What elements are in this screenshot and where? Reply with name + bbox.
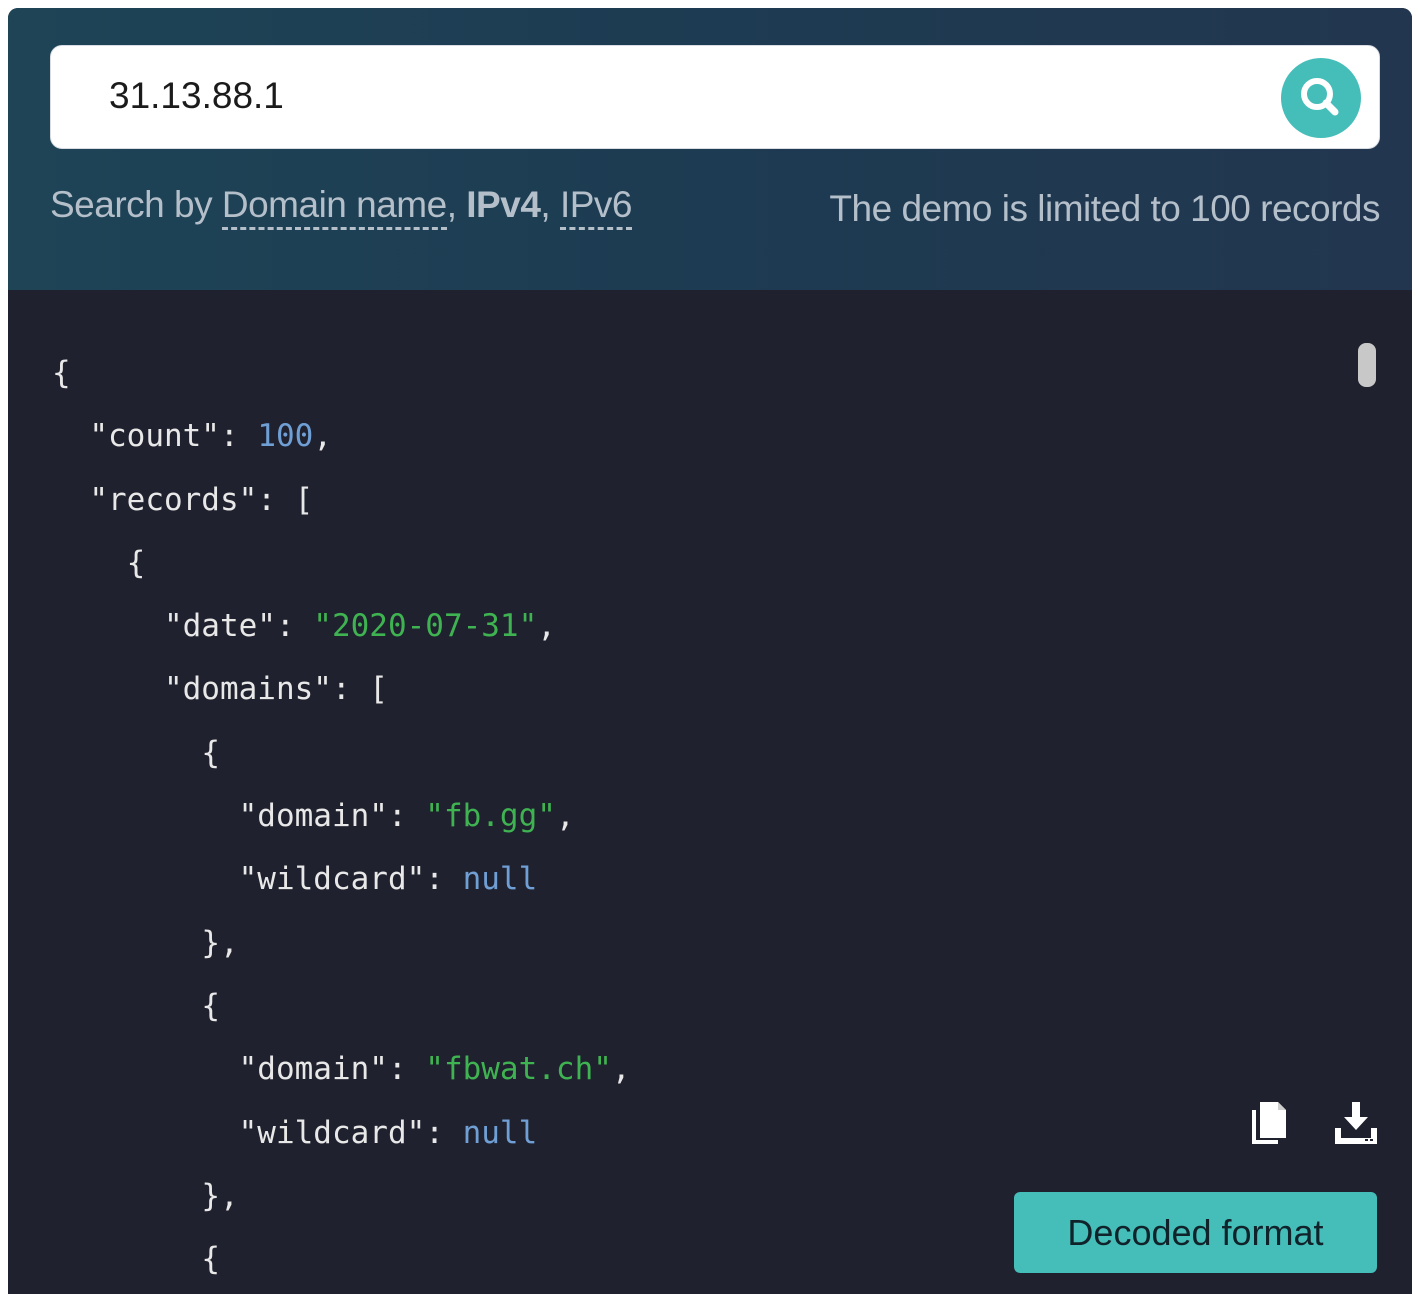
code-token-key: "domain":: [238, 1051, 426, 1088]
code-line: "date": "2020-07-31",: [52, 595, 631, 658]
search-header: Search by Domain name, IPv4, IPv6 The de…: [8, 8, 1412, 290]
hint-separator: ,: [540, 184, 560, 225]
code-token-key: "domains": [: [163, 671, 388, 708]
code-token-nul: null: [462, 861, 538, 898]
code-token-key: "count":: [89, 418, 258, 455]
code-line: "domain": "fb.gg",: [52, 785, 631, 848]
code-token-num: 100: [257, 418, 314, 455]
code-line: },: [52, 1165, 631, 1228]
code-token-key: },: [201, 924, 239, 961]
code-line: {: [52, 532, 631, 595]
code-token-key: {: [201, 987, 220, 1024]
code-token-str: "fb.gg": [425, 798, 556, 835]
json-result-panel[interactable]: { "count": 100, "records": [ { "date": "…: [8, 290, 1412, 1294]
code-line: {: [52, 975, 631, 1038]
search-icon: [1301, 78, 1339, 116]
code-token-nul: null: [462, 1114, 538, 1151]
code-token-str: "2020-07-31": [313, 608, 538, 645]
code-line: "wildcard": null: [52, 848, 631, 911]
code-token-key: "wildcard":: [238, 1114, 463, 1151]
code-token-key: ,: [537, 608, 556, 645]
scrollbar-thumb[interactable]: [1358, 343, 1376, 387]
code-line: {: [52, 342, 631, 405]
hint-prefix: Search by: [50, 184, 222, 225]
ipv4-option: IPv4: [466, 184, 541, 225]
code-line: "wildcard": null: [52, 1102, 631, 1165]
domain-name-link[interactable]: Domain name: [221, 184, 447, 230]
search-box: [50, 45, 1380, 149]
json-code: { "count": 100, "records": [ { "date": "…: [52, 342, 631, 1291]
code-token-key: {: [126, 544, 146, 581]
code-line: "domains": [: [52, 658, 631, 721]
code-line: {: [52, 1228, 631, 1291]
app-frame: Search by Domain name, IPv4, IPv6 The de…: [8, 8, 1412, 1294]
code-token-key: {: [201, 734, 220, 771]
code-token-key: ,: [611, 1051, 631, 1088]
code-token-key: "records": [: [89, 481, 314, 518]
demo-limit-note: The demo is limited to 100 records: [829, 188, 1380, 229]
code-line: "count": 100,: [52, 405, 631, 468]
code-token-key: ,: [555, 798, 575, 835]
code-token-key: {: [201, 1241, 220, 1278]
decoded-format-button[interactable]: Decoded format: [1014, 1192, 1377, 1273]
ipv6-link[interactable]: IPv6: [559, 184, 633, 230]
code-token-str: "fbwat.ch": [425, 1051, 612, 1088]
download-icon[interactable]: [1333, 1100, 1379, 1146]
code-token-key: "date":: [163, 608, 314, 645]
code-token-key: },: [201, 1177, 239, 1214]
search-input[interactable]: [109, 64, 1259, 128]
code-line: "domain": "fbwat.ch",: [52, 1038, 631, 1101]
search-button[interactable]: [1281, 58, 1361, 138]
code-token-key: ,: [313, 418, 332, 455]
code-token-key: "domain":: [238, 798, 426, 835]
hint-separator: ,: [446, 184, 467, 225]
code-line: "records": [: [52, 469, 631, 532]
code-token-key: "wildcard":: [238, 861, 463, 898]
search-hint: Search by Domain name, IPv4, IPv6: [50, 184, 633, 230]
copy-icon[interactable]: [1248, 1100, 1290, 1146]
code-line: },: [52, 912, 631, 975]
code-token-key: {: [52, 355, 71, 391]
code-line: {: [52, 722, 631, 785]
